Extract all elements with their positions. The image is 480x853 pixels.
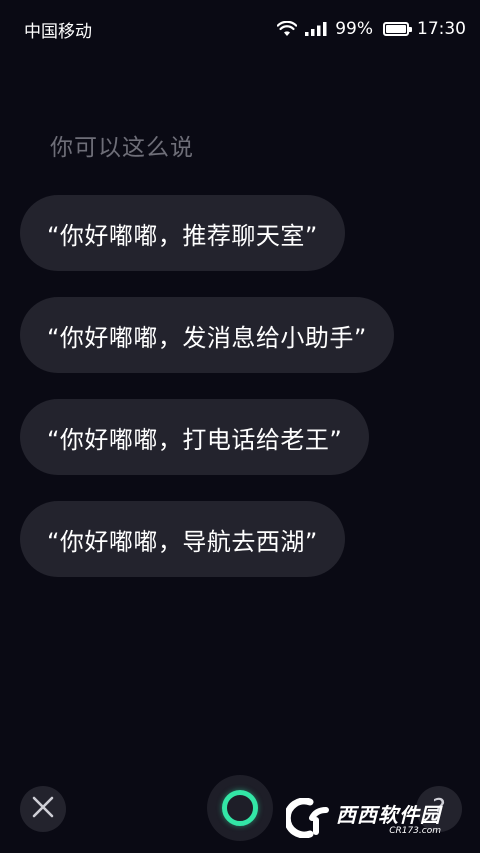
suggestion-item[interactable]: “你好嘟嘟，导航去西湖” [20, 501, 345, 577]
clock-time: 17:30 [417, 19, 466, 39]
watermark-logo-icon [283, 797, 332, 842]
voice-assistant-screen: 中国移动 99% 17:30 你可以这么说 “你好嘟嘟，推荐聊天室” “你好嘟嘟… [0, 0, 480, 853]
prompt-title: 你可以这么说 [50, 135, 194, 161]
suggestion-item[interactable]: “你好嘟嘟，打电话给老王” [20, 399, 370, 475]
watermark-sub-text: CR173.com [389, 825, 441, 836]
battery-icon [383, 22, 412, 36]
mic-ring-icon [222, 790, 258, 826]
wifi-icon [277, 21, 298, 37]
suggestion-item[interactable]: “你好嘟嘟，推荐聊天室” [20, 195, 345, 271]
signal-icon [305, 22, 327, 36]
status-bar: 中国移动 99% 17:30 [0, 0, 480, 58]
carrier-label: 中国移动 [24, 21, 92, 42]
close-icon [32, 796, 54, 822]
suggestion-item[interactable]: “你好嘟嘟，发消息给小助手” [20, 297, 394, 373]
voice-input-button[interactable] [207, 775, 273, 841]
watermark-logo: 西西软件园 CR173.com [283, 797, 462, 843]
watermark-text: 西西软件园 CR173.com [336, 805, 441, 836]
status-indicators: 99% 17:30 [277, 19, 466, 39]
close-button[interactable] [20, 786, 66, 832]
watermark-main-text: 西西软件园 [336, 802, 441, 827]
battery-level-fill [386, 25, 406, 33]
battery-percent: 99% [335, 19, 373, 39]
